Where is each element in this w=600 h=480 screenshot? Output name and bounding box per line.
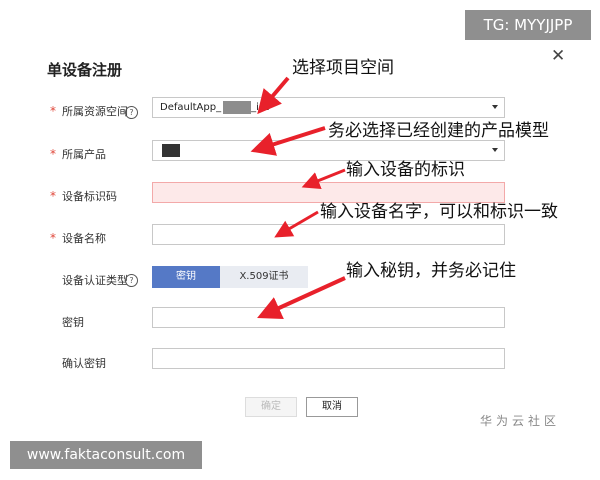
- annotation-enter-name: 输入设备名字，可以和标识一致: [320, 202, 558, 222]
- site-watermark-badge: www.faktaconsult.com: [10, 441, 202, 469]
- arrow-to-space: [257, 76, 290, 115]
- annotation-select-product: 务必选择已经创建的产品模型: [328, 121, 549, 141]
- huawei-cloud-watermark: 华为云社区: [480, 414, 561, 428]
- arrow-to-secret: [257, 276, 346, 319]
- annotation-enter-identifier: 输入设备的标识: [346, 160, 465, 180]
- arrow-to-identifier: [301, 168, 346, 190]
- annotation-enter-secret: 输入秘钥，并务必记住: [346, 261, 516, 281]
- arrow-to-device-name: [274, 210, 319, 238]
- annotation-select-space: 选择项目空间: [292, 58, 394, 78]
- arrow-to-product: [250, 126, 326, 156]
